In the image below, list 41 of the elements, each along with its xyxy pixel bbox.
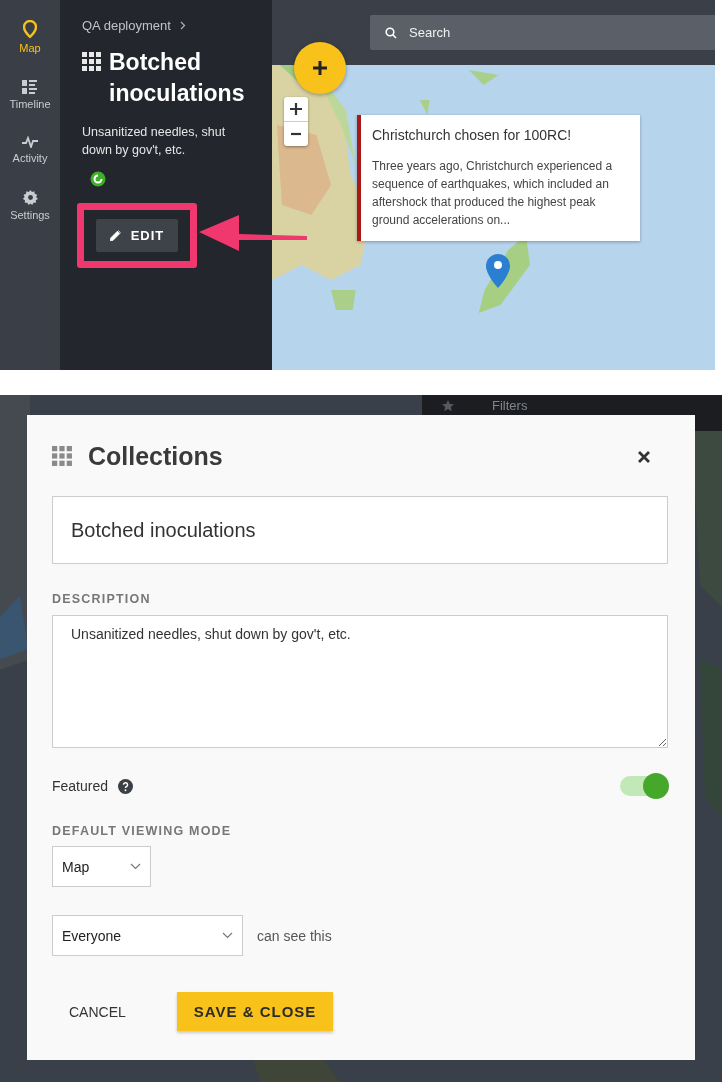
collection-description: Unsanitized needles, shut down by gov't, etc. xyxy=(82,124,227,159)
close-icon[interactable] xyxy=(637,449,651,464)
star-icon[interactable] xyxy=(442,400,454,412)
breadcrumb-link[interactable]: QA deployment xyxy=(82,18,171,33)
sync-icon xyxy=(90,171,106,187)
name-field[interactable]: Botched inoculations xyxy=(52,496,668,564)
help-icon[interactable] xyxy=(118,778,134,794)
viewing-mode-select[interactable]: Map xyxy=(52,846,151,887)
collection-title: Botched inoculations xyxy=(109,48,246,108)
nav-item[interactable]: Activity xyxy=(10,134,50,166)
field-label: DESCRIPTION xyxy=(52,592,152,606)
edit-button[interactable]: EDIT xyxy=(95,219,179,252)
settings-icon xyxy=(22,190,38,205)
dialog-title: Collections xyxy=(88,442,224,471)
featured-label: Featured xyxy=(52,778,109,794)
map-marker-icon[interactable] xyxy=(485,253,511,289)
description-field[interactable]: Unsanitized needles, shut down by gov't, etc. xyxy=(52,615,668,748)
list-icon xyxy=(22,80,38,94)
nav-item[interactable]: Settings xyxy=(8,188,52,223)
pulse-icon xyxy=(22,136,38,148)
popup-title: Christchurch chosen for 100RC! xyxy=(372,127,573,143)
pencil-icon xyxy=(109,230,121,241)
featured-toggle[interactable] xyxy=(620,776,668,796)
visibility-label: can see this xyxy=(257,927,332,944)
cancel-button[interactable]: CANCEL xyxy=(52,997,143,1026)
pin-icon xyxy=(23,20,37,38)
field-label: DEFAULT VIEWING MODE xyxy=(52,824,233,838)
grid-icon xyxy=(52,446,73,467)
chevron-down-icon xyxy=(130,863,141,870)
chevron-down-icon xyxy=(222,932,233,939)
filters-button[interactable]: Filters xyxy=(492,398,528,413)
save-button[interactable]: SAVE & CLOSE xyxy=(176,992,334,1031)
plus-icon xyxy=(312,60,328,76)
chevron-right-icon xyxy=(179,21,186,30)
search-icon xyxy=(385,27,397,39)
search-field[interactable]: Search xyxy=(370,15,715,50)
nav-item[interactable]: Map xyxy=(17,18,43,56)
nav-item[interactable]: Timeline xyxy=(7,78,53,112)
grid-icon xyxy=(82,52,102,72)
visibility-select[interactable]: Everyone xyxy=(52,915,243,956)
popup-text: Three years ago, Christchurch experienced a sequence of earthquakes, which included an aftershock that produced the highest peak ground accelerations on... xyxy=(372,158,614,229)
